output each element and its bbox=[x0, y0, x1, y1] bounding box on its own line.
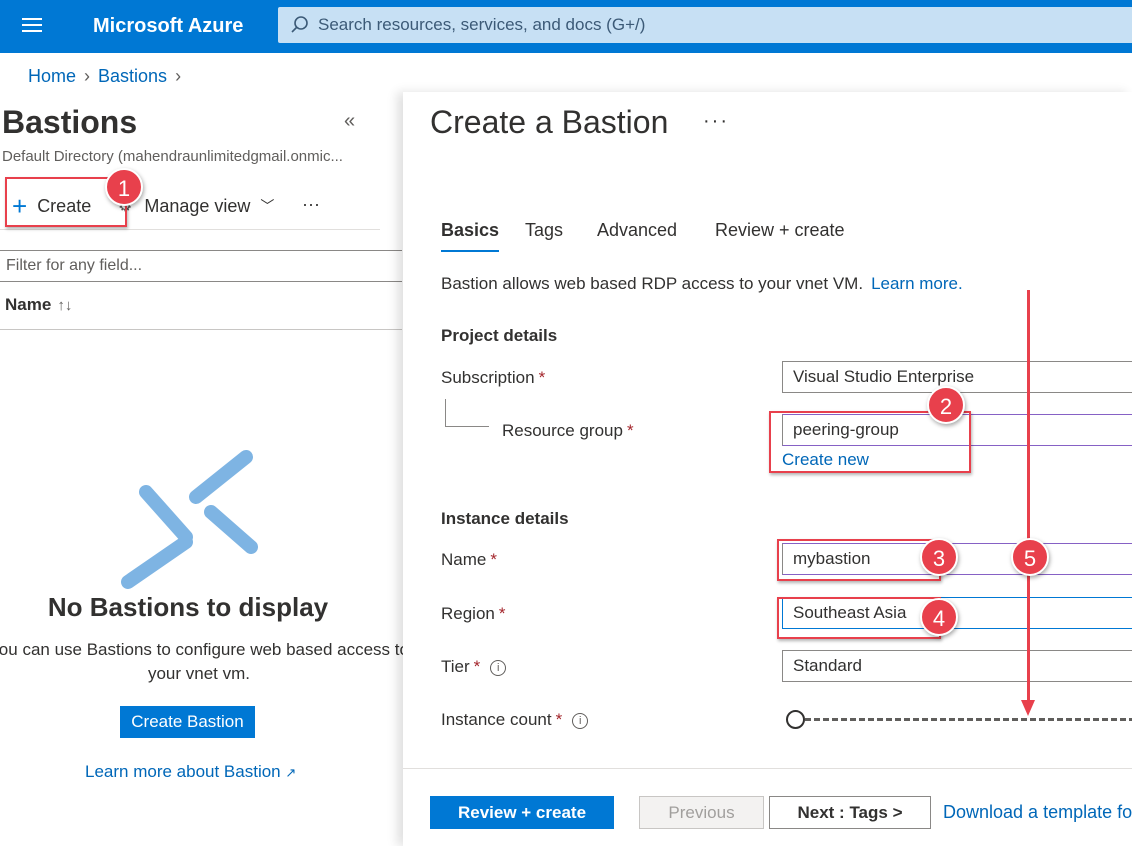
filter-input[interactable] bbox=[0, 251, 390, 281]
info-icon[interactable]: i bbox=[490, 659, 507, 676]
intro-text: Bastion allows web based RDP access to y… bbox=[441, 274, 963, 294]
subscription-label-text: Subscription bbox=[441, 368, 535, 387]
create-bastion-blade: Create a Bastion ··· Basics Tags Advance… bbox=[403, 92, 1132, 846]
learn-more-link[interactable]: Learn more. bbox=[871, 274, 963, 293]
tier-dropdown[interactable]: Standard bbox=[782, 650, 1132, 682]
learn-more-bastion-link[interactable]: Learn more about Bastion ↗ bbox=[85, 762, 296, 782]
tree-connector bbox=[445, 399, 446, 427]
top-bar: Microsoft Azure bbox=[0, 0, 1132, 53]
instance-details-heading: Instance details bbox=[441, 509, 569, 528]
hamburger-menu-icon[interactable] bbox=[22, 14, 46, 36]
region-label: Region * bbox=[441, 604, 506, 624]
chevron-down-icon: ﹀ bbox=[260, 198, 275, 214]
tier-label-text: Tier bbox=[441, 657, 470, 676]
info-icon[interactable]: i bbox=[572, 712, 589, 729]
footer-divider bbox=[403, 768, 1132, 769]
annotation-badge-3: 3 bbox=[920, 538, 958, 576]
project-details-heading: Project details bbox=[441, 326, 558, 345]
column-name-label: Name bbox=[5, 295, 52, 314]
external-link-icon: ↗ bbox=[285, 765, 297, 780]
blade-title: Create a Bastion bbox=[430, 104, 669, 140]
annotation-badge-1: 1 bbox=[105, 168, 143, 206]
required-marker: * bbox=[490, 550, 497, 569]
subscription-dropdown[interactable]: Visual Studio Enterprise bbox=[782, 361, 1132, 393]
tab-tags[interactable]: Tags bbox=[525, 220, 563, 241]
annotation-arrow-head bbox=[1021, 700, 1035, 716]
tab-basics[interactable]: Basics bbox=[441, 220, 500, 252]
chevron-right-icon: › bbox=[84, 66, 91, 86]
breadcrumb-bastions[interactable]: Bastions bbox=[98, 66, 167, 86]
previous-button[interactable]: Previous bbox=[639, 796, 764, 829]
name-label: Name * bbox=[441, 550, 497, 570]
name-label-text: Name bbox=[441, 550, 487, 569]
bastions-list-blade: Bastions Default Directory (mahendraunli… bbox=[0, 92, 409, 846]
create-label: Create bbox=[37, 195, 92, 216]
annotation-badge-4: 4 bbox=[920, 598, 958, 636]
instance-count-slider-thumb[interactable] bbox=[786, 710, 805, 729]
required-marker: * bbox=[498, 604, 506, 623]
create-bastion-button[interactable]: Create Bastion bbox=[120, 706, 255, 738]
instance-count-slider-track[interactable] bbox=[787, 718, 1132, 721]
search-input[interactable] bbox=[318, 7, 1118, 43]
required-marker: * bbox=[626, 421, 634, 440]
column-header-name[interactable]: Name ↑↓ bbox=[5, 295, 72, 315]
directory-subtitle: Default Directory (mahendraunlimitedgmai… bbox=[2, 148, 343, 165]
sort-icon[interactable]: ↑↓ bbox=[57, 297, 72, 314]
breadcrumb-home[interactable]: Home bbox=[28, 66, 76, 86]
blade-more-button[interactable]: ··· bbox=[703, 110, 729, 133]
plus-icon: + bbox=[12, 191, 28, 221]
tree-connector bbox=[445, 426, 489, 427]
breadcrumb: Home › Bastions › bbox=[28, 66, 189, 87]
intro-description: Bastion allows web based RDP access to y… bbox=[441, 274, 864, 293]
resource-group-label: Resource group * bbox=[502, 421, 634, 441]
manage-view-button[interactable]: ⚙ Manage view ﹀ bbox=[118, 192, 274, 220]
chevron-right-icon: › bbox=[175, 66, 182, 86]
annotation-badge-5: 5 bbox=[1011, 538, 1049, 576]
list-toolbar: + Create ⚙ Manage view ﹀ ··· bbox=[0, 190, 380, 230]
resource-group-label-text: Resource group bbox=[502, 421, 623, 440]
create-new-rg-link[interactable]: Create new bbox=[782, 450, 869, 470]
required-marker: * bbox=[473, 657, 481, 676]
annotation-badge-2: 2 bbox=[927, 386, 965, 424]
brand-title[interactable]: Microsoft Azure bbox=[93, 15, 243, 38]
empty-state-title: No Bastions to display bbox=[47, 592, 329, 622]
bastion-empty-icon bbox=[121, 450, 258, 589]
required-marker: * bbox=[538, 368, 546, 387]
review-create-button[interactable]: Review + create bbox=[430, 796, 614, 829]
annotation-arrow-line bbox=[1027, 290, 1030, 702]
filter-box bbox=[0, 250, 402, 282]
instance-count-label: Instance count * i bbox=[441, 710, 589, 730]
region-label-text: Region bbox=[441, 604, 495, 623]
search-icon bbox=[291, 16, 308, 33]
tab-review-create[interactable]: Review + create bbox=[715, 220, 845, 241]
collapse-icon[interactable]: « bbox=[344, 110, 355, 133]
page-title: Bastions bbox=[2, 104, 138, 140]
next-tags-button[interactable]: Next : Tags > bbox=[769, 796, 931, 829]
instance-count-label-text: Instance count bbox=[441, 710, 552, 729]
download-template-link[interactable]: Download a template fo bbox=[943, 802, 1132, 823]
required-marker: * bbox=[555, 710, 563, 729]
tab-advanced[interactable]: Advanced bbox=[597, 220, 677, 241]
tier-label: Tier * i bbox=[441, 657, 507, 677]
subscription-label: Subscription * bbox=[441, 368, 545, 388]
empty-state-description: You can use Bastions to configure web ba… bbox=[0, 640, 409, 683]
global-search[interactable] bbox=[278, 7, 1132, 43]
create-button[interactable]: + Create bbox=[12, 192, 91, 220]
header-divider bbox=[0, 329, 402, 330]
more-actions-button[interactable]: ··· bbox=[302, 190, 320, 218]
learn-more-label: Learn more about Bastion bbox=[85, 762, 281, 781]
manage-view-label: Manage view bbox=[144, 195, 251, 216]
